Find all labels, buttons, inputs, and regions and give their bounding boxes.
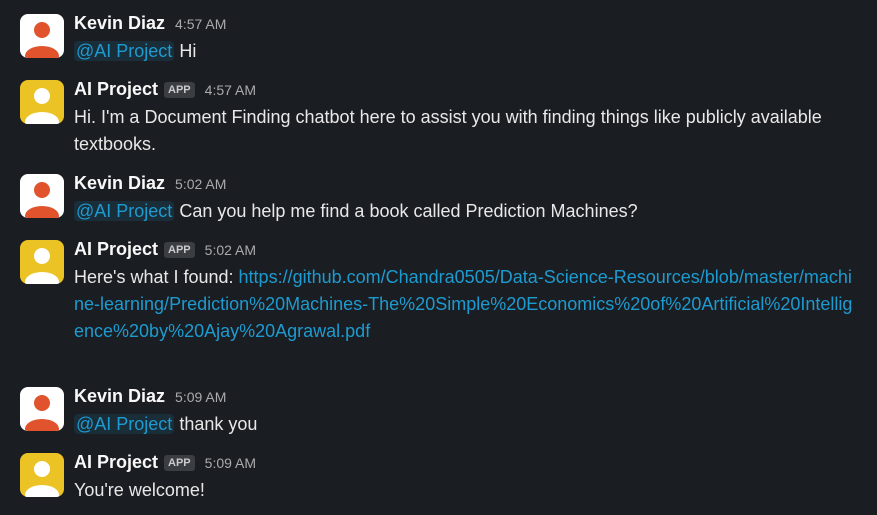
- timestamp[interactable]: 5:09 AM: [205, 455, 256, 471]
- bot-avatar-icon[interactable]: [20, 80, 64, 124]
- timestamp[interactable]: 5:02 AM: [175, 176, 226, 192]
- message-text: @AI Project Can you help me find a book …: [74, 198, 857, 225]
- message-body: Hi: [179, 41, 197, 61]
- author-name[interactable]: Kevin Diaz: [74, 386, 165, 406]
- bot-avatar-icon[interactable]: [20, 453, 64, 497]
- app-badge: APP: [164, 242, 195, 258]
- mention-link[interactable]: @AI Project: [74, 414, 175, 434]
- timestamp[interactable]: 5:02 AM: [205, 242, 256, 258]
- message-body: Here's what I found:: [74, 267, 234, 287]
- user-avatar-icon[interactable]: [20, 174, 64, 218]
- message-body: Can you help me find a book called Predi…: [179, 201, 638, 221]
- message-header: Kevin Diaz 5:09 AM: [74, 385, 857, 407]
- author-name[interactable]: AI Project: [74, 79, 158, 99]
- app-badge: APP: [164, 82, 195, 98]
- message-header: Kevin Diaz 5:02 AM: [74, 172, 857, 194]
- message-body: You're welcome!: [74, 480, 205, 500]
- timestamp[interactable]: 4:57 AM: [175, 16, 226, 32]
- bot-avatar-icon[interactable]: [20, 240, 64, 284]
- message-header: Kevin Diaz 4:57 AM: [74, 12, 857, 34]
- user-avatar-icon[interactable]: [20, 387, 64, 431]
- message-text: @AI Project thank you: [74, 411, 857, 438]
- message-body: Hi. I'm a Document Finding chatbot here …: [74, 107, 822, 154]
- author-name[interactable]: AI Project: [74, 239, 158, 259]
- mention-link[interactable]: @AI Project: [74, 41, 175, 61]
- author-name[interactable]: Kevin Diaz: [74, 173, 165, 193]
- message-text: @AI Project Hi: [74, 38, 857, 65]
- message-header: AI Project APP 5:02 AM: [74, 238, 857, 260]
- message-body: thank you: [179, 414, 258, 434]
- mention-link[interactable]: @AI Project: [74, 201, 175, 221]
- user-avatar-icon[interactable]: [20, 14, 64, 58]
- timestamp[interactable]: 5:09 AM: [175, 389, 226, 405]
- app-badge: APP: [164, 455, 195, 471]
- message-header: AI Project APP 4:57 AM: [74, 78, 857, 100]
- message-header: AI Project APP 5:09 AM: [74, 451, 857, 473]
- author-name[interactable]: Kevin Diaz: [74, 13, 165, 33]
- timestamp[interactable]: 4:57 AM: [205, 82, 256, 98]
- message-text: Here's what I found: https://github.com/…: [74, 264, 857, 345]
- author-name[interactable]: AI Project: [74, 452, 158, 472]
